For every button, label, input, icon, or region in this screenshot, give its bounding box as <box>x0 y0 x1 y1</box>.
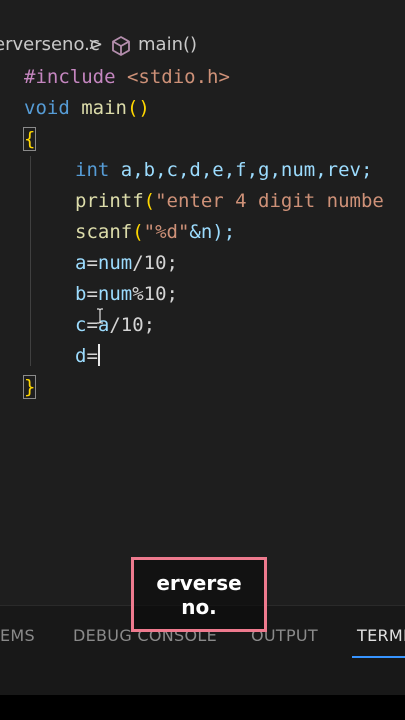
assign-d-eq: = <box>86 345 98 367</box>
code-line-10: d= <box>75 341 100 372</box>
breadcrumb-separator: > <box>88 34 104 55</box>
return-type: void <box>24 97 70 119</box>
scanf-args: &n); <box>189 221 236 243</box>
code-line-11: } <box>22 372 37 403</box>
assign-c-rest: /10; <box>109 314 156 336</box>
tab-problems[interactable]: EMS <box>0 626 35 645</box>
code-line-9: c=a/10; <box>75 310 155 341</box>
caption-line-1: erverse <box>156 570 242 595</box>
active-tab-indicator <box>352 656 405 658</box>
code-line-6: scanf("%d"&n); <box>75 217 235 248</box>
code-line-5: printf("enter 4 digit numbe <box>75 186 384 217</box>
cube-icon <box>112 36 130 56</box>
printf-string: "enter 4 digit numbe <box>155 190 384 212</box>
var-type: int <box>75 159 110 181</box>
assign-a-var: a <box>75 252 87 274</box>
tab-terminal[interactable]: TERMI <box>357 626 405 645</box>
breadcrumb-function[interactable]: main() <box>138 30 197 60</box>
code-line-7: a=num/10; <box>75 248 178 279</box>
printf-open-paren: ( <box>143 190 156 212</box>
assign-b-rhs: num <box>97 283 133 305</box>
scanf-format: "%d" <box>143 221 190 243</box>
printf-call: printf <box>75 190 144 212</box>
assign-a-eq: = <box>86 252 98 274</box>
screen: erverseno.c > main() #include <stdio.h> … <box>0 0 405 720</box>
breadcrumb-file[interactable]: erverseno.c <box>0 30 100 60</box>
caption-line-2: no. <box>181 594 217 619</box>
scanf-open-paren: ( <box>132 221 144 243</box>
code-line-2: void main() <box>24 93 150 124</box>
breadcrumb: erverseno.c > main() <box>0 30 405 60</box>
assign-b-rest: %10; <box>132 283 178 305</box>
code-line-3: { <box>22 124 37 155</box>
indent-guide <box>30 156 31 366</box>
open-brace: { <box>22 127 37 151</box>
code-editor[interactable]: erverseno.c > main() #include <stdio.h> … <box>0 0 405 605</box>
include-header: <stdio.h> <box>126 66 230 88</box>
mouse-ibeam-icon <box>97 308 103 324</box>
text-cursor <box>97 344 100 366</box>
code-line-1: #include <stdio.h> <box>24 62 230 93</box>
scanf-call: scanf <box>75 221 133 243</box>
close-brace: } <box>22 375 37 399</box>
var-list: a,b,c,d,e,f,g,num,rev; <box>120 159 373 181</box>
bottom-strip <box>0 695 405 720</box>
assign-c-var: c <box>75 314 87 336</box>
assign-a-rhs: num <box>97 252 133 274</box>
function-name: main <box>81 97 127 119</box>
assign-b-var: b <box>75 283 87 305</box>
assign-b-eq: = <box>86 283 98 305</box>
assign-d-var: d <box>75 345 87 367</box>
code-line-8: b=num%10; <box>75 279 178 310</box>
function-parens: () <box>126 97 150 119</box>
assign-a-rest: /10; <box>132 252 178 274</box>
include-directive: #include <box>24 66 116 88</box>
video-caption: erverse no. <box>131 557 267 632</box>
code-line-4: int a,b,c,d,e,f,g,num,rev; <box>75 155 372 186</box>
